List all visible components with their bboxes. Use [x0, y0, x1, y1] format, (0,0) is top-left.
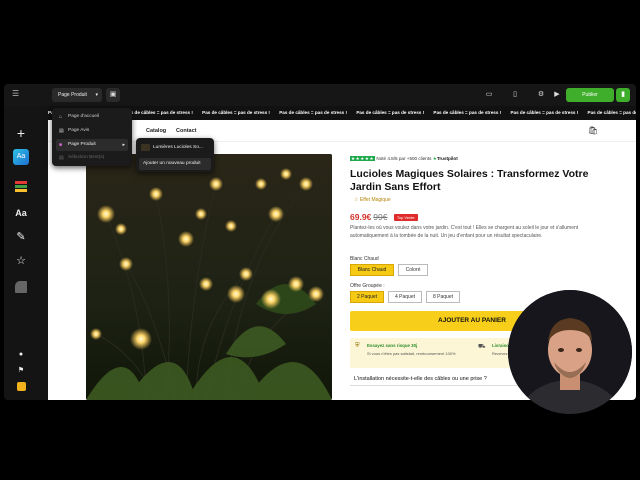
play-icon[interactable]: ▶ [550, 88, 564, 102]
add-icon[interactable]: + [12, 124, 30, 142]
trustpilot-label: Trustpilot [436, 156, 458, 161]
left-toolbar: + Aa Aa ✎ ☆ ● ⚑ [4, 106, 38, 400]
publish-label: Publier [582, 92, 598, 98]
nav-catalog[interactable]: Catalog [146, 128, 166, 134]
desktop-view-icon[interactable]: ▭ [482, 88, 496, 102]
badge-star-icon: ☆ [354, 197, 359, 203]
apps-icon[interactable]: Aa [12, 148, 30, 166]
mobile-view-icon[interactable]: ▯ [508, 88, 522, 102]
home-icon: ⌂ [59, 114, 63, 120]
page-dropdown: ⌂ Page d'accueil ▤ Page Avis ■ Page Prod… [52, 108, 132, 166]
page-select[interactable]: Page Produit ▾ [52, 88, 102, 102]
publish-options-icon[interactable]: ▮ [616, 88, 630, 102]
marquee-text: Pas de câbles = pas de stress ! [510, 110, 579, 115]
page-icon: ▤ [59, 155, 64, 161]
page-select-label: Page Produit [58, 92, 87, 98]
marquee-text: Pas de câbles = pas de stress ! [356, 110, 425, 115]
product-thumbnail [141, 144, 150, 151]
marquee-text: Pas de câbles = pas de stress ! [587, 110, 636, 115]
dropdown-item-home[interactable]: ⌂ Page d'accueil [56, 111, 128, 123]
marquee-text: Pas de câbles = pas de stress ! [125, 110, 193, 115]
fireflies-illustration [86, 154, 332, 400]
dropdown-item-label: Page Produit [68, 142, 96, 147]
chevron-right-icon: ▸ [122, 142, 125, 148]
color-label: Blanc Chaud [350, 256, 379, 262]
page-icon: ▤ [59, 128, 64, 134]
star-icon[interactable]: ☆ [12, 252, 30, 270]
screen-frame: ☰ Page Produit ▾ ▣ ▭ ▯ ⚙ ▶ Publier ▮ + A… [0, 0, 640, 480]
offer-option-8[interactable]: 8 Paquet [426, 291, 460, 303]
color-option-warm-white[interactable]: Blanc Chaud [350, 264, 394, 276]
nav-contact[interactable]: Contact [176, 128, 196, 134]
dropdown-item-reviews[interactable]: ▤ Page Avis [56, 125, 128, 137]
badge-row: ☆ Effet Magique [354, 197, 391, 203]
add-product-button[interactable]: Ajouter un nouveau produit [139, 158, 211, 170]
webcam-overlay [508, 290, 632, 414]
product-submenu: Lumières Lucioles So... Ajouter un nouve… [136, 138, 214, 172]
typography-icon[interactable]: Aa [12, 204, 30, 222]
product-title: Lucioles Magiques Solaires : Transformez… [350, 168, 589, 193]
shape-icon[interactable] [12, 278, 30, 296]
rating-text: Noté 4.8/5 par +500 clients [376, 156, 432, 161]
cart-icon[interactable]: 🛍 [588, 126, 598, 135]
dropdown-item-label: Sélection Best(s) [68, 155, 105, 160]
submenu-product-label: Lumières Lucioles So... [153, 145, 203, 150]
presenter-video [508, 290, 632, 414]
rating-row: ★★★★★ Noté 4.8/5 par +500 clients ★Trust… [350, 156, 458, 162]
dropdown-item-product[interactable]: ■ Page Produit ▸ [56, 139, 128, 151]
chevron-down-icon: ▾ [95, 92, 98, 98]
shield-icon: ⛨ [355, 343, 360, 349]
truck-icon: ⛟ [478, 344, 486, 350]
guarantee-title: Essayez sans risque 30j [367, 343, 418, 348]
hamburger-icon[interactable]: ☰ [12, 90, 19, 98]
marquee-text: Pas de câbles = pas de stress ! [279, 110, 348, 115]
publish-button[interactable]: Publier [566, 88, 614, 102]
badge-label: Effet Magique [359, 197, 391, 203]
product-description: Plantez-les où vous voulez dans votre ja… [350, 225, 579, 239]
offer-label: Offre Groupée : [350, 283, 385, 289]
price-row: 69.9€ 99€ Top Vente [350, 212, 418, 222]
dropdown-item-selection[interactable]: ▤ Sélection Best(s) [56, 152, 128, 164]
announcement-bar: Pas de câbles = pas de stress ! Pas de c… [48, 106, 636, 120]
submenu-product-item[interactable]: Lumières Lucioles So... [139, 141, 211, 154]
product-icon: ■ [59, 142, 63, 148]
offer-option-2[interactable]: 2 Paquet [350, 291, 384, 303]
promo-badge: Top Vente [393, 214, 418, 222]
rating-stars-icon: ★★★★★ [350, 156, 376, 161]
color-option-colored[interactable]: Coloré [398, 264, 428, 276]
dropdown-item-label: Page Avis [68, 128, 90, 133]
guarantee-text: Si vous n'êtes pas satisfait, remboursem… [367, 351, 456, 356]
offer-option-4[interactable]: 4 Paquet [388, 291, 422, 303]
layers-icon[interactable] [12, 178, 30, 196]
dropdown-item-label: Page d'accueil [68, 114, 100, 119]
old-price: 99€ [373, 212, 388, 222]
marquee-text: Pas de câbles = pas de stress ! [202, 110, 270, 115]
product-image[interactable] [86, 154, 332, 400]
user-avatar-icon[interactable] [12, 378, 30, 396]
marquee-text: Pas de câbles = pas de stress ! [433, 110, 502, 115]
brush-icon[interactable]: ✎ [12, 228, 30, 246]
price: 69.9€ [350, 212, 372, 222]
image-icon[interactable]: ▣ [106, 88, 120, 102]
top-bar: ☰ Page Produit ▾ ▣ ▭ ▯ ⚙ ▶ Publier ▮ [4, 84, 636, 106]
settings-icon[interactable]: ⚙ [534, 88, 548, 102]
